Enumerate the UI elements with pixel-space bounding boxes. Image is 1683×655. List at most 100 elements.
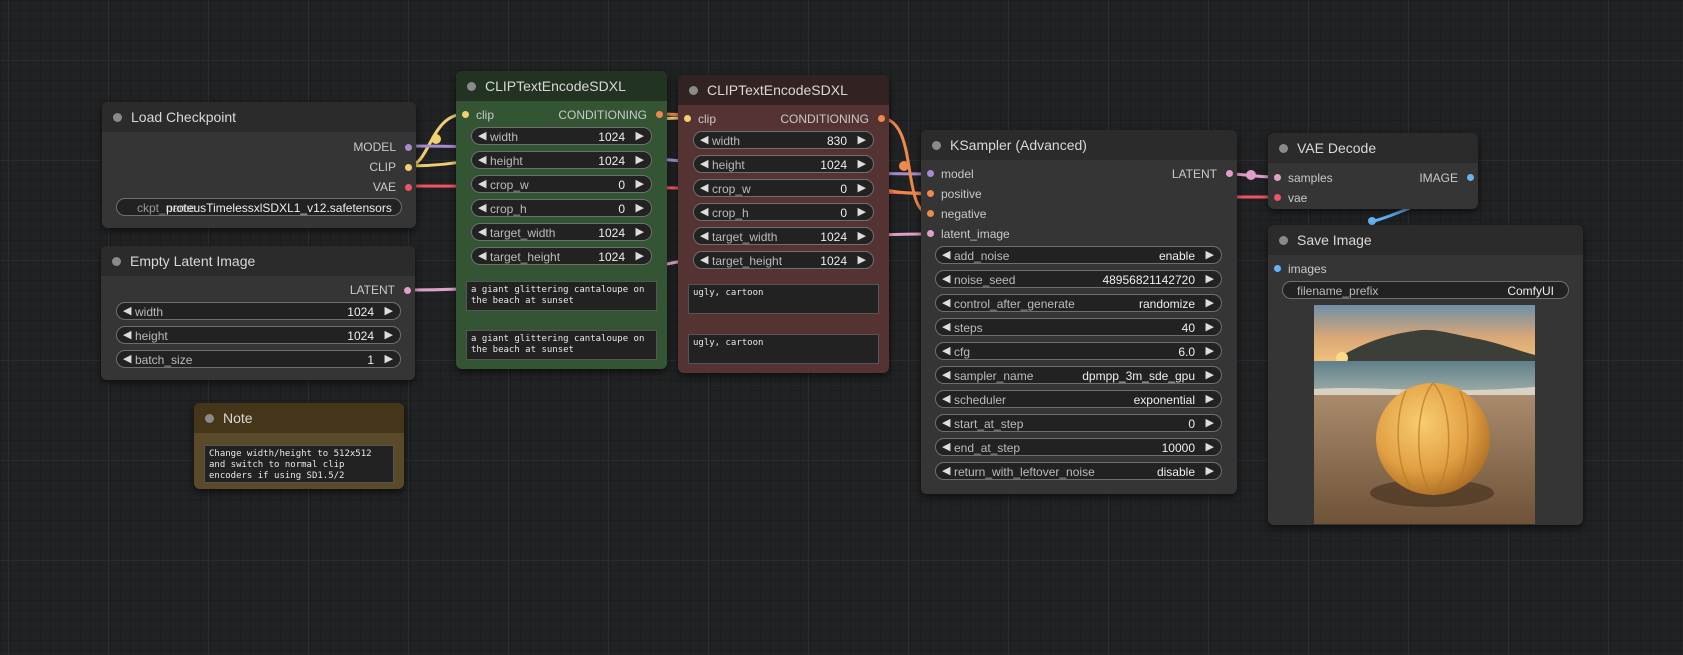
increment-arrow-icon[interactable]: ▶: [858, 229, 866, 242]
decrement-arrow-icon[interactable]: ◀: [478, 201, 486, 214]
clip-text-encode-positive-node[interactable]: CLIPTextEncodeSDXL clip CONDITIONING ◀ w…: [456, 71, 667, 369]
increment-arrow-icon[interactable]: ▶: [858, 181, 866, 194]
decrement-arrow-icon[interactable]: ◀: [942, 344, 950, 357]
crop-w-widget[interactable]: ◀ crop_w 0 ▶: [693, 179, 874, 197]
decrement-arrow-icon[interactable]: ◀: [942, 296, 950, 309]
input-clip-socket[interactable]: [462, 111, 469, 118]
collapse-dot[interactable]: [205, 414, 214, 423]
start-at-step-widget[interactable]: ◀ start_at_step 0 ▶: [935, 414, 1222, 432]
decrement-arrow-icon[interactable]: ◀: [123, 352, 131, 365]
decrement-arrow-icon[interactable]: ◀: [478, 177, 486, 190]
node-header[interactable]: Save Image: [1268, 225, 1583, 255]
input-model-socket[interactable]: [927, 170, 934, 177]
increment-arrow-icon[interactable]: ▶: [1206, 416, 1214, 429]
output-conditioning-socket[interactable]: [656, 111, 663, 118]
sampler-name-combo[interactable]: ◀ sampler_name dpmpp_3m_sde_gpu ▶: [935, 366, 1222, 384]
width-widget[interactable]: ◀ width 1024 ▶: [116, 302, 401, 320]
increment-arrow-icon[interactable]: ▶: [858, 205, 866, 218]
width-widget[interactable]: ◀ width 1024 ▶: [471, 127, 652, 145]
decrement-arrow-icon[interactable]: ◀: [700, 229, 708, 242]
increment-arrow-icon[interactable]: ▶: [385, 328, 393, 341]
target-height-widget[interactable]: ◀ target_height 1024 ▶: [471, 247, 652, 265]
ksampler-advanced-node[interactable]: KSampler (Advanced) model LATENT positiv…: [921, 130, 1237, 494]
control-after-generate-combo[interactable]: ◀ control_after_generate randomize ▶: [935, 294, 1222, 312]
decrement-arrow-icon[interactable]: ◀: [942, 320, 950, 333]
increment-arrow-icon[interactable]: ▶: [1206, 248, 1214, 261]
collapse-dot[interactable]: [112, 257, 121, 266]
collapse-dot[interactable]: [113, 113, 122, 122]
increment-arrow-icon[interactable]: ▶: [1206, 392, 1214, 405]
increment-arrow-icon[interactable]: ▶: [858, 157, 866, 170]
target-width-widget[interactable]: ◀ target_width 1024 ▶: [471, 223, 652, 241]
scheduler-combo[interactable]: ◀ scheduler exponential ▶: [935, 390, 1222, 408]
increment-arrow-icon[interactable]: ▶: [858, 253, 866, 266]
filename-prefix-field[interactable]: filename_prefix ComfyUI: [1282, 281, 1569, 299]
save-image-node[interactable]: Save Image images filename_prefix ComfyU…: [1268, 225, 1583, 525]
text-g-textarea[interactable]: ugly, cartoon: [688, 284, 879, 314]
node-header[interactable]: CLIPTextEncodeSDXL: [456, 71, 667, 101]
height-widget[interactable]: ◀ height 1024 ▶: [116, 326, 401, 344]
note-node[interactable]: Note Change width/height to 512x512 and …: [194, 403, 404, 489]
input-vae-socket[interactable]: [1274, 194, 1281, 201]
node-header[interactable]: Note: [194, 403, 404, 433]
target-height-widget[interactable]: ◀ target_height 1024 ▶: [693, 251, 874, 269]
width-widget[interactable]: ◀ width 830 ▶: [693, 131, 874, 149]
increment-arrow-icon[interactable]: ▶: [1206, 296, 1214, 309]
node-header[interactable]: Load Checkpoint: [102, 102, 416, 132]
vae-decode-node[interactable]: VAE Decode samples IMAGE vae: [1268, 133, 1478, 209]
increment-arrow-icon[interactable]: ▶: [858, 133, 866, 146]
target-width-widget[interactable]: ◀ target_width 1024 ▶: [693, 227, 874, 245]
decrement-arrow-icon[interactable]: ◀: [942, 392, 950, 405]
decrement-arrow-icon[interactable]: ◀: [123, 304, 131, 317]
node-header[interactable]: VAE Decode: [1268, 133, 1478, 163]
decrement-arrow-icon[interactable]: ◀: [700, 133, 708, 146]
decrement-arrow-icon[interactable]: ◀: [942, 272, 950, 285]
text-l-textarea[interactable]: ugly, cartoon: [688, 334, 879, 364]
increment-arrow-icon[interactable]: ▶: [385, 304, 393, 317]
collapse-dot[interactable]: [689, 86, 698, 95]
input-images-socket[interactable]: [1274, 265, 1281, 272]
increment-arrow-icon[interactable]: ▶: [636, 153, 644, 166]
increment-arrow-icon[interactable]: ▶: [385, 352, 393, 365]
decrement-arrow-icon[interactable]: ◀: [478, 129, 486, 142]
decrement-arrow-icon[interactable]: ◀: [478, 249, 486, 262]
decrement-arrow-icon[interactable]: ◀: [942, 416, 950, 429]
add-noise-combo[interactable]: ◀ add_noise enable ▶: [935, 246, 1222, 264]
node-header[interactable]: KSampler (Advanced): [921, 130, 1237, 160]
increment-arrow-icon[interactable]: ▶: [1206, 440, 1214, 453]
crop-h-widget[interactable]: ◀ crop_h 0 ▶: [471, 199, 652, 217]
height-widget[interactable]: ◀ height 1024 ▶: [693, 155, 874, 173]
batch-size-widget[interactable]: ◀ batch_size 1 ▶: [116, 350, 401, 368]
decrement-arrow-icon[interactable]: ◀: [700, 181, 708, 194]
clip-text-encode-negative-node[interactable]: CLIPTextEncodeSDXL clip CONDITIONING ◀ w…: [678, 75, 889, 373]
crop-h-widget[interactable]: ◀ crop_h 0 ▶: [693, 203, 874, 221]
decrement-arrow-icon[interactable]: ◀: [942, 368, 950, 381]
output-image-socket[interactable]: [1467, 174, 1474, 181]
decrement-arrow-icon[interactable]: ◀: [942, 248, 950, 261]
output-latent-socket[interactable]: [404, 287, 411, 294]
decrement-arrow-icon[interactable]: ◀: [478, 153, 486, 166]
generated-image-preview[interactable]: [1314, 305, 1535, 524]
increment-arrow-icon[interactable]: ▶: [1206, 464, 1214, 477]
collapse-dot[interactable]: [1279, 144, 1288, 153]
increment-arrow-icon[interactable]: ▶: [636, 249, 644, 262]
increment-arrow-icon[interactable]: ▶: [636, 129, 644, 142]
increment-arrow-icon[interactable]: ▶: [636, 225, 644, 238]
decrement-arrow-icon[interactable]: ◀: [700, 157, 708, 170]
decrement-arrow-icon[interactable]: ◀: [700, 253, 708, 266]
return-with-leftover-noise-combo[interactable]: ◀ return_with_leftover_noise disable ▶: [935, 462, 1222, 480]
node-header[interactable]: Empty Latent Image: [101, 246, 415, 276]
height-widget[interactable]: ◀ height 1024 ▶: [471, 151, 652, 169]
decrement-arrow-icon[interactable]: ◀: [942, 440, 950, 453]
collapse-dot[interactable]: [1279, 236, 1288, 245]
ckpt-name-combo[interactable]: ckpt_name proteusTimelessxlSDXL1_v12.saf…: [116, 198, 402, 216]
text-l-textarea[interactable]: a giant glittering cantaloupe on the bea…: [466, 330, 657, 360]
node-header[interactable]: CLIPTextEncodeSDXL: [678, 75, 889, 105]
increment-arrow-icon[interactable]: ▶: [636, 177, 644, 190]
increment-arrow-icon[interactable]: ▶: [1206, 344, 1214, 357]
increment-arrow-icon[interactable]: ▶: [1206, 320, 1214, 333]
decrement-arrow-icon[interactable]: ◀: [942, 464, 950, 477]
end-at-step-widget[interactable]: ◀ end_at_step 10000 ▶: [935, 438, 1222, 456]
cfg-widget[interactable]: ◀ cfg 6.0 ▶: [935, 342, 1222, 360]
decrement-arrow-icon[interactable]: ◀: [700, 205, 708, 218]
